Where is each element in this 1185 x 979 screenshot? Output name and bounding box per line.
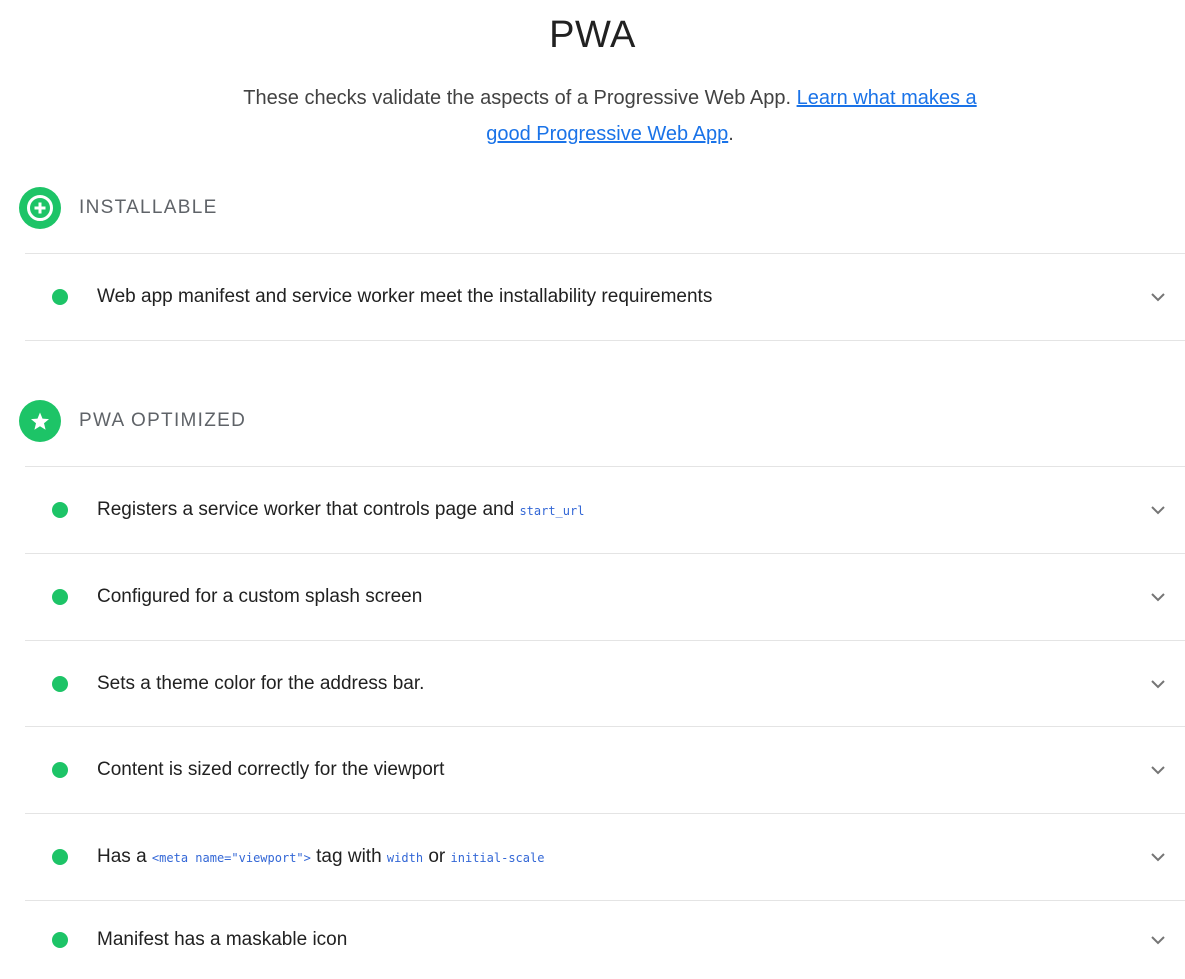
audit-splash-screen[interactable]: Configured for a custom splash screen: [25, 553, 1185, 639]
group-header-optimized: PWA OPTIMIZED: [19, 399, 246, 443]
audit-title: Web app manifest and service worker meet…: [97, 286, 713, 307]
audit-title: Configured for a custom splash screen: [97, 585, 423, 607]
chevron-down-icon[interactable]: [1143, 282, 1173, 312]
code-snippet: width: [386, 850, 424, 865]
chevron-down-icon[interactable]: [1143, 755, 1173, 785]
page-title: PWA: [549, 14, 636, 56]
audit-title: Has a <meta name="viewport"> tag with wi…: [97, 845, 545, 867]
description-period: .: [728, 123, 734, 145]
pass-indicator-icon: [52, 761, 68, 778]
chevron-down-icon[interactable]: [1143, 842, 1173, 872]
pass-indicator-icon: [52, 501, 68, 518]
code-snippet: start_url: [519, 503, 585, 518]
chevron-down-icon[interactable]: [1143, 582, 1173, 612]
group-header-installable: INSTALLABLE: [19, 186, 218, 230]
audit-installable-manifest[interactable]: Web app manifest and service worker meet…: [25, 253, 1185, 341]
audit-viewport-meta[interactable]: Has a <meta name="viewport"> tag with wi…: [25, 813, 1185, 899]
pass-indicator-icon: [52, 675, 68, 692]
chevron-down-icon[interactable]: [1143, 925, 1173, 955]
star-icon: [19, 400, 61, 442]
audit-title: Registers a service worker that controls…: [97, 498, 585, 520]
audit-service-worker[interactable]: Registers a service worker that controls…: [25, 466, 1185, 552]
category-description: These checks validate the aspects of a P…: [230, 80, 990, 152]
plus-circle-icon: [19, 187, 61, 229]
chevron-down-icon[interactable]: [1143, 495, 1173, 525]
description-text: These checks validate the aspects of a P…: [243, 87, 792, 109]
pass-indicator-icon: [52, 932, 68, 948]
pass-indicator-icon: [52, 848, 68, 865]
chevron-down-icon[interactable]: [1143, 669, 1173, 699]
audit-theme-color[interactable]: Sets a theme color for the address bar.: [25, 640, 1185, 726]
group-title-installable: INSTALLABLE: [79, 197, 218, 218]
code-snippet: initial-scale: [450, 850, 545, 865]
group-title-optimized: PWA OPTIMIZED: [79, 410, 247, 431]
audit-title: Manifest has a maskable icon: [97, 929, 348, 950]
audit-title: Content is sized correctly for the viewp…: [97, 758, 445, 780]
audit-title: Sets a theme color for the address bar.: [97, 672, 425, 694]
code-snippet: <meta name="viewport">: [151, 850, 311, 865]
pass-indicator-icon: [52, 289, 68, 305]
pass-indicator-icon: [52, 588, 68, 605]
audit-maskable-icon[interactable]: Manifest has a maskable icon: [25, 900, 1185, 979]
audit-content-width[interactable]: Content is sized correctly for the viewp…: [25, 726, 1185, 812]
